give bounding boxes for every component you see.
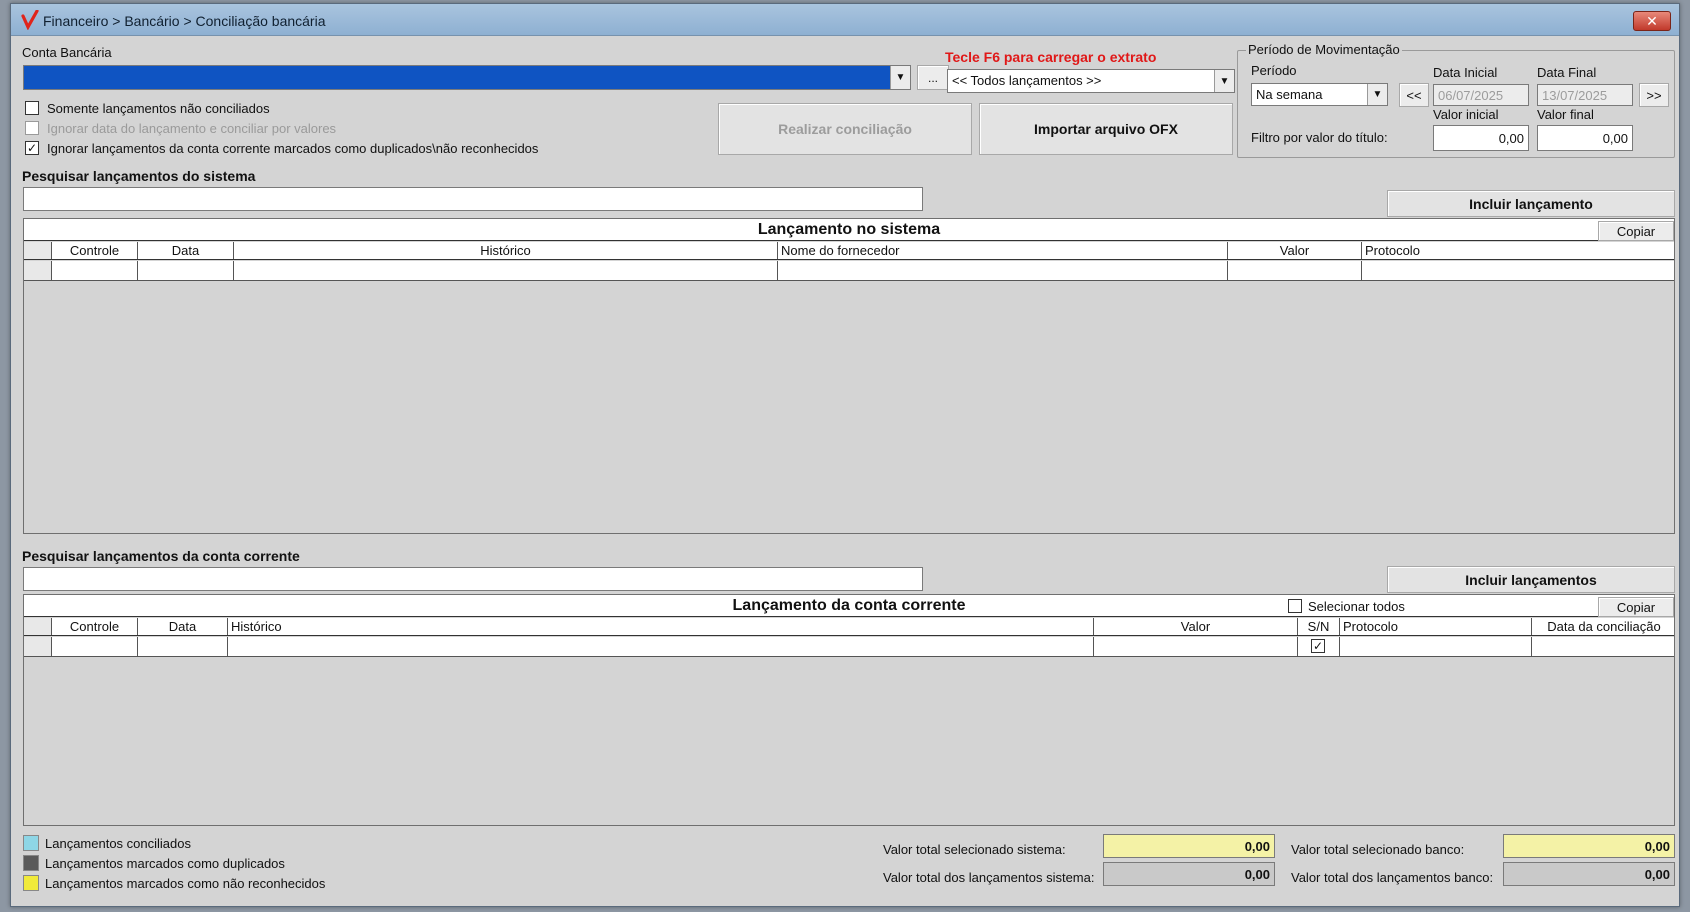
ignore-date-label: Ignorar data do lançamento e conciliar p… [47,121,337,136]
account-grid-title: Lançamento da conta corrente [24,595,1674,617]
value-filter-label: Filtro por valor do título: [1251,130,1388,145]
col-data-conciliacao[interactable]: Data da conciliação [1532,618,1676,635]
selected-bank-total-field [1503,834,1675,858]
col-valor[interactable]: Valor [1228,242,1362,259]
col-fornecedor[interactable]: Nome do fornecedor [778,242,1228,259]
selected-system-total-field [1103,834,1275,858]
account-label: Conta Bancária [22,45,112,60]
account-search-input[interactable] [23,567,923,591]
select-all-label: Selecionar todos [1308,599,1405,614]
system-copy-button[interactable]: Copiar [1598,221,1674,241]
min-value-label: Valor inicial [1433,107,1499,122]
system-search-input[interactable] [23,187,923,211]
system-entries-grid: Lançamento no sistema Copiar Controle Da… [23,218,1675,534]
col-protocolo[interactable]: Protocolo [1340,618,1532,635]
col-controle[interactable]: Controle [52,242,138,259]
end-date-label: Data Final [1537,65,1597,80]
close-icon: ✕ [1646,13,1658,29]
app-logo-icon [21,10,39,30]
account-grid-header: Controle Data Histórico Valor S/N Protoc… [24,618,1674,636]
table-row[interactable]: ✓ [24,637,1674,657]
legend-reconciled-swatch [23,835,39,851]
account-entries-grid: Lançamento da conta corrente Selecionar … [23,594,1675,826]
title-bar[interactable]: Financeiro > Bancário > Conciliação banc… [11,4,1679,36]
entries-filter-select[interactable]: << Todos lançamentos >> ▼ [947,69,1235,93]
system-grid-title: Lançamento no sistema [24,219,1674,241]
col-protocolo[interactable]: Protocolo [1362,242,1676,259]
account-select[interactable]: ▼ [23,65,911,90]
legend-duplicated-swatch [23,855,39,871]
col-valor[interactable]: Valor [1094,618,1298,635]
col-historico[interactable]: Histórico [234,242,778,259]
account-copy-button[interactable]: Copiar [1598,597,1674,617]
col-sn[interactable]: S/N [1298,618,1340,635]
ignore-duplicates-label: Ignorar lançamentos da conta corrente ma… [47,141,539,156]
legend-duplicated-label: Lançamentos marcados como duplicados [45,856,285,871]
window-title: Financeiro > Bancário > Conciliação banc… [43,13,326,29]
account-more-button[interactable]: ... [917,65,949,90]
selected-system-total-label: Valor total selecionado sistema: [883,842,1066,857]
period-group-title: Período de Movimentação [1246,42,1402,57]
table-row[interactable] [24,261,1674,281]
col-data[interactable]: Data [138,242,234,259]
max-value-label: Valor final [1537,107,1594,122]
close-button[interactable]: ✕ [1633,11,1671,31]
select-all-checkbox[interactable] [1288,599,1302,613]
col-controle[interactable]: Controle [52,618,138,635]
legend-unrecognized-swatch [23,875,39,891]
min-value-field[interactable] [1433,125,1529,151]
reconcile-button[interactable]: Realizar conciliação [718,103,972,155]
system-search-label: Pesquisar lançamentos do sistema [22,168,256,184]
all-bank-total-field [1503,862,1675,886]
account-search-label: Pesquisar lançamentos da conta corrente [22,548,300,564]
conciliacao-window: Financeiro > Bancário > Conciliação banc… [10,3,1680,907]
col-historico[interactable]: Histórico [228,618,1094,635]
period-label: Período [1251,63,1297,78]
f6-hint: Tecle F6 para carregar o extrato [945,49,1157,65]
col-data[interactable]: Data [138,618,228,635]
max-value-field[interactable] [1537,125,1633,151]
system-grid-header: Controle Data Histórico Nome do forneced… [24,242,1674,260]
legend-unrecognized-label: Lançamentos marcados como não reconhecid… [45,876,326,891]
only-unreconciled-label: Somente lançamentos não conciliados [47,101,270,116]
selected-bank-total-label: Valor total selecionado banco: [1291,842,1465,857]
all-system-total-label: Valor total dos lançamentos sistema: [883,870,1095,885]
only-unreconciled-checkbox[interactable] [25,101,39,115]
start-date-field[interactable] [1433,84,1529,106]
all-system-total-field [1103,862,1275,886]
legend-reconciled-label: Lançamentos conciliados [45,836,191,851]
period-prev-button[interactable]: << [1399,83,1429,107]
import-ofx-button[interactable]: Importar arquivo OFX [979,103,1233,155]
end-date-field[interactable] [1537,84,1633,106]
all-bank-total-label: Valor total dos lançamentos banco: [1291,870,1494,885]
include-account-entries-button[interactable]: Incluir lançamentos [1387,566,1675,593]
check-icon: ✓ [1312,639,1324,653]
start-date-label: Data Inicial [1433,65,1498,80]
chevron-down-icon[interactable]: ▼ [890,66,910,89]
include-system-entry-button[interactable]: Incluir lançamento [1387,190,1675,217]
period-select[interactable]: Na semana ▼ [1251,83,1388,106]
row-sn-checkbox[interactable]: ✓ [1311,639,1325,653]
chevron-down-icon[interactable]: ▼ [1214,70,1234,92]
chevron-down-icon[interactable]: ▼ [1367,84,1387,105]
ignore-duplicates-checkbox[interactable]: ✓ [25,141,39,155]
check-icon: ✓ [26,141,38,155]
ignore-date-checkbox[interactable] [25,121,39,135]
period-next-button[interactable]: >> [1639,83,1669,107]
